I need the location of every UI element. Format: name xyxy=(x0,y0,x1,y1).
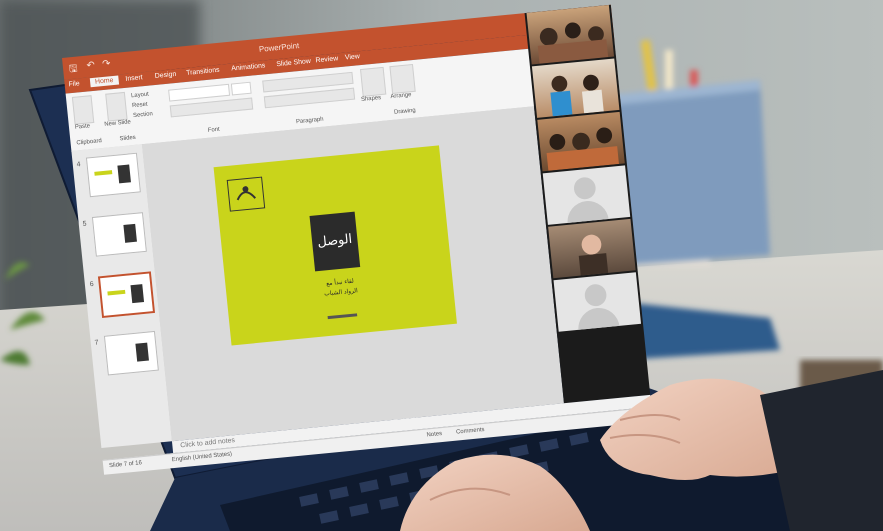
right-hand-icon xyxy=(600,370,883,531)
left-hand-icon xyxy=(400,454,590,531)
photo-scene: acer 🖫 ↶ ↷ PowerPoint File Home Insert D… xyxy=(0,0,883,531)
hands-overlay xyxy=(400,370,883,531)
